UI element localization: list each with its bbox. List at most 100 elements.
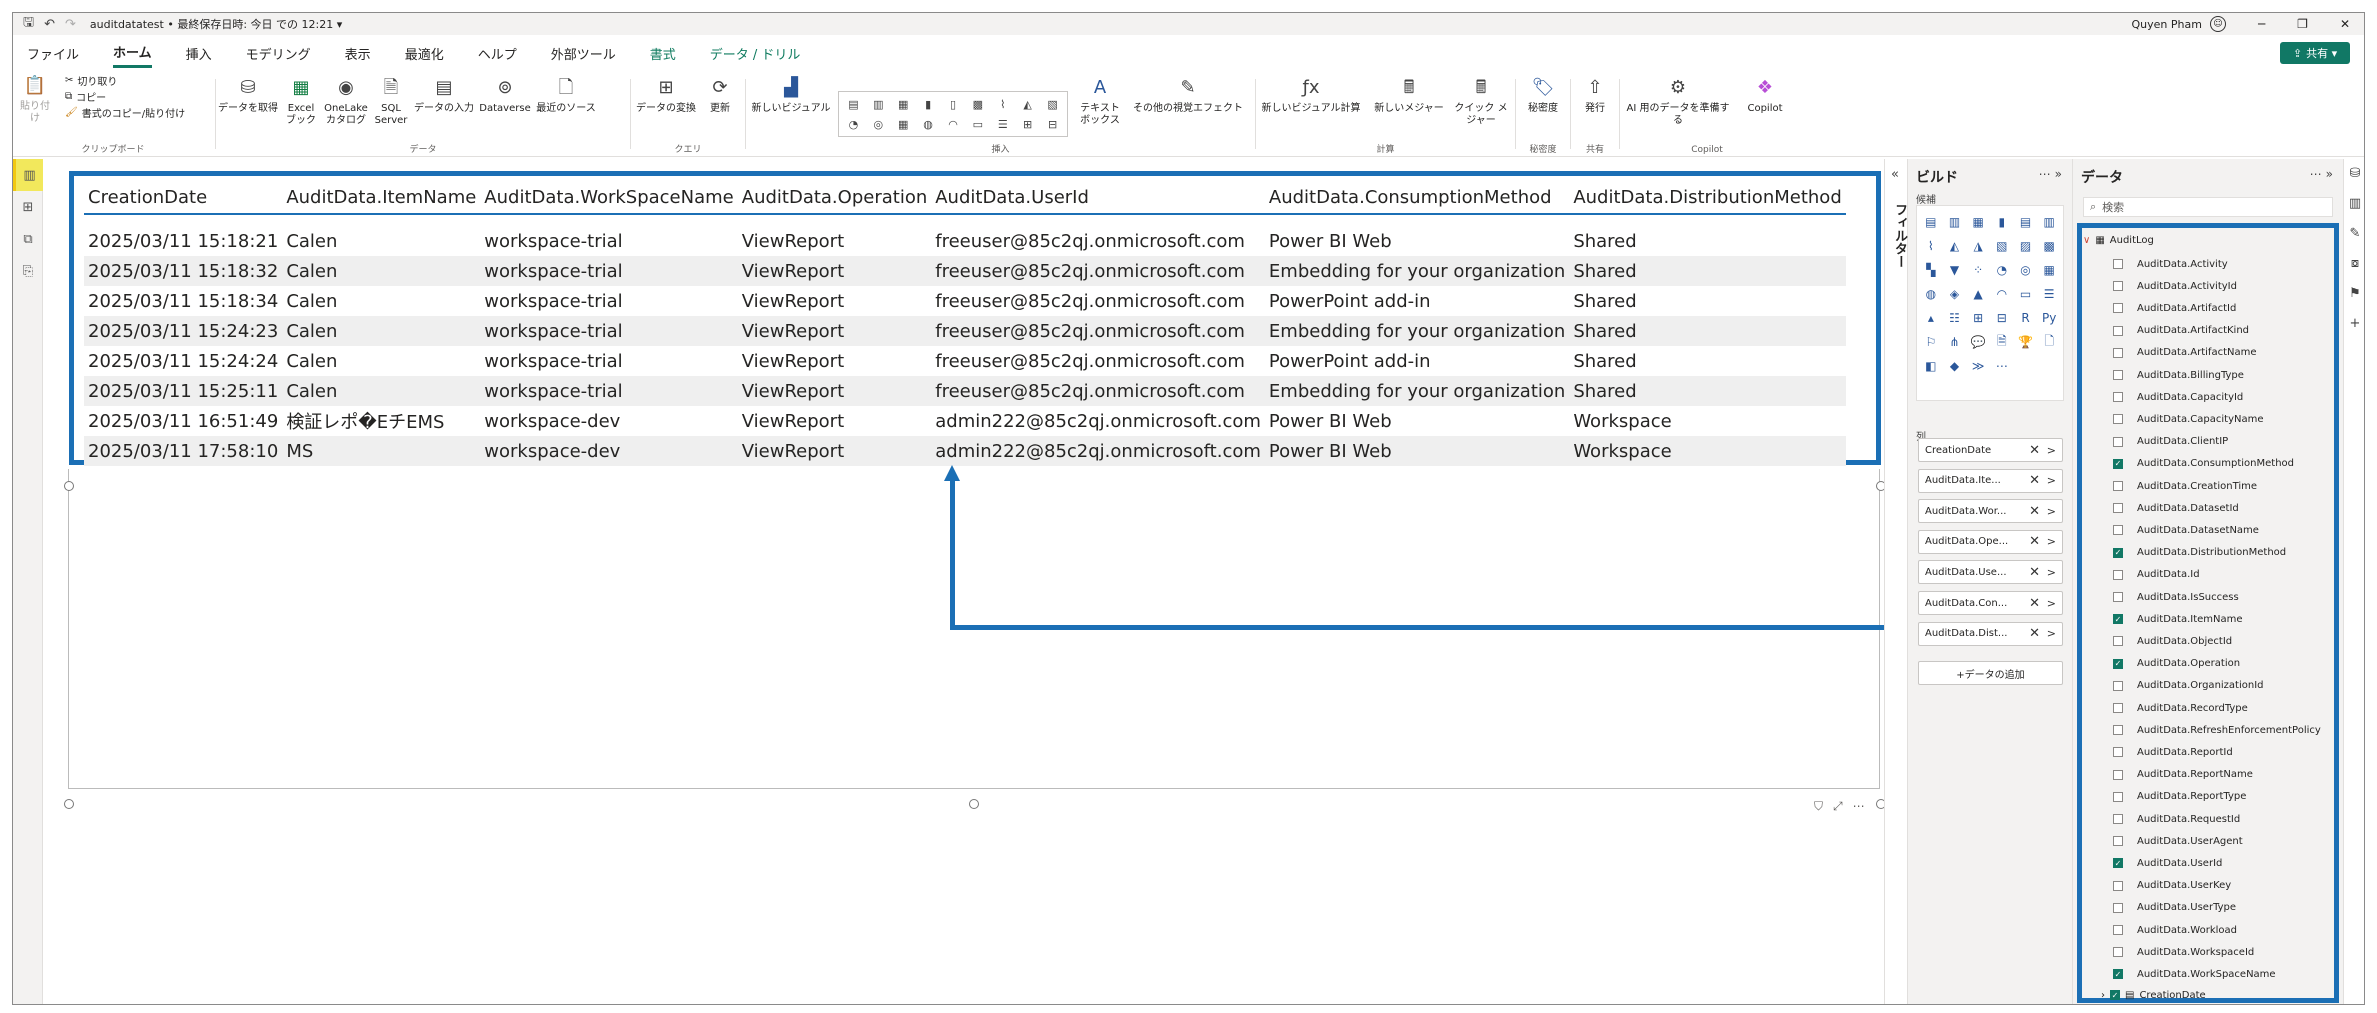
column-well-item[interactable]: AuditData.Con... ✕ > <box>1918 591 2063 615</box>
bar-100-icon[interactable]: ▦ <box>891 94 916 114</box>
table-row[interactable]: 2025/03/11 15:24:23 Calen workspace-trial V… <box>84 316 1846 346</box>
kpi-icon[interactable]: ▴ <box>1919 306 1943 330</box>
field-item[interactable]: AuditData.ClientIP <box>2113 435 2228 449</box>
field-item[interactable]: AuditData.ArtifactName <box>2113 346 2257 360</box>
field-checkbox[interactable] <box>2113 814 2123 824</box>
remove-field-icon[interactable]: ✕ <box>2029 626 2040 641</box>
table-row[interactable]: 2025/03/11 15:25:11 Calen workspace-trial V… <box>84 376 1846 406</box>
column-header[interactable]: AuditData.WorkSpaceName <box>480 182 738 215</box>
add-data-button[interactable]: +データの追加 <box>1918 661 2063 685</box>
slicer-icon[interactable]: ☰ <box>990 114 1015 134</box>
treemap-icon[interactable]: ▦ <box>2037 258 2061 282</box>
power-apps-icon[interactable]: ◆ <box>1943 354 1967 378</box>
field-item[interactable]: ✓ AuditData.ConsumptionMethod <box>2113 457 2294 471</box>
field-item[interactable]: AuditData.WorkspaceId <box>2113 945 2254 959</box>
line-icon[interactable]: ⌇ <box>990 94 1015 114</box>
column-well-item[interactable]: AuditData.Use... ✕ > <box>1918 560 2063 585</box>
field-item[interactable]: AuditData.OrganizationId <box>2113 679 2264 693</box>
table-node-auditlog[interactable]: ∨ ▦ AuditLog <box>2083 235 2154 246</box>
table-view-icon[interactable]: ⊞ <box>13 191 43 223</box>
sql-server-button[interactable]: 🗎 SQL Server <box>374 75 408 127</box>
field-checkbox[interactable]: ✓ <box>2113 614 2123 625</box>
field-checkbox[interactable] <box>2113 414 2123 425</box>
report-view-icon[interactable]: ▥ <box>13 159 43 191</box>
table-row[interactable]: 2025/03/11 15:18:34 Calen workspace-trial V… <box>84 286 1846 316</box>
field-checkbox[interactable]: ✓ <box>2110 990 2120 1001</box>
field-item[interactable]: ✓ AuditData.WorkSpaceName <box>2113 967 2276 981</box>
recent-sources-button[interactable]: 🗋 最近のソース <box>534 75 598 115</box>
field-item[interactable]: AuditData.UserType <box>2113 901 2236 915</box>
line-column-icon[interactable]: ▧ <box>1990 234 2014 258</box>
chevron-right-icon[interactable]: > <box>2047 444 2056 457</box>
more-visuals-icon[interactable]: ⋯ <box>1990 354 2014 378</box>
column-well-item[interactable]: AuditData.Wor... ✕ > <box>1918 499 2063 524</box>
new-measure-button[interactable]: 🖩 新しいメジャー <box>1368 75 1450 115</box>
publish-button[interactable]: ⇧ 発行 <box>1577 75 1613 115</box>
column-well-item[interactable]: CreationDate ✕ > <box>1918 438 2063 462</box>
quick-measure-button[interactable]: 🖩 クイック メジャー <box>1454 75 1508 127</box>
column-header[interactable]: AuditData.Operation <box>737 182 932 215</box>
dax-query-view-icon[interactable]: ⎘ <box>13 255 43 287</box>
clustered-column-icon[interactable]: ▯ <box>941 94 966 114</box>
new-visual-calc-button[interactable]: ƒx 新しいビジュアル計算 <box>1258 75 1364 115</box>
field-checkbox[interactable] <box>2113 325 2123 336</box>
chevron-right-icon[interactable]: > <box>2047 627 2056 640</box>
column-100-icon[interactable]: ▩ <box>965 94 990 114</box>
matrix-icon[interactable]: ⊟ <box>1990 306 2014 330</box>
ribbon-icon[interactable]: ▩ <box>2037 234 2061 258</box>
more-options-icon[interactable]: ⋯ <box>1853 799 1865 814</box>
ai-prep-button[interactable]: ⚙ AI 用のデータを準備する <box>1622 75 1734 127</box>
format-pane-icon[interactable]: ✎ <box>2344 219 2364 249</box>
field-checkbox[interactable]: ✓ <box>2113 458 2123 469</box>
field-checkbox[interactable]: ✓ <box>2113 547 2123 558</box>
field-item[interactable]: AuditData.RecordType <box>2113 701 2248 715</box>
column-well-item[interactable]: AuditData.Ite... ✕ > <box>1918 468 2063 493</box>
field-checkbox[interactable] <box>2113 392 2123 403</box>
field-item[interactable]: AuditData.Workload <box>2113 923 2237 937</box>
key-influencers-icon[interactable]: ⚐ <box>1919 330 1943 354</box>
field-checkbox[interactable] <box>2113 503 2123 514</box>
onelake-button[interactable]: ◉ OneLake カタログ <box>322 75 370 127</box>
report-canvas[interactable]: CreationDate AuditData.ItemName AuditDat… <box>43 159 2060 1004</box>
field-checkbox[interactable] <box>2113 259 2123 269</box>
chevron-right-icon[interactable]: > <box>2047 474 2056 487</box>
trophy-icon[interactable]: 🏆 <box>2014 330 2038 354</box>
field-checkbox[interactable] <box>2113 769 2123 780</box>
field-item[interactable]: AuditData.ArtifactKind <box>2113 324 2249 338</box>
map-icon[interactable]: ◍ <box>1919 282 1943 306</box>
column-100-icon[interactable]: ▥ <box>2037 210 2061 234</box>
sensitivity-button[interactable]: 🏷 秘密度 <box>1522 75 1564 115</box>
model-view-icon[interactable]: ⧉ <box>13 223 43 255</box>
tab-file[interactable]: ファイル <box>27 40 79 67</box>
remove-field-icon[interactable]: ✕ <box>2029 473 2040 488</box>
field-item[interactable]: AuditData.Activity <box>2113 257 2228 271</box>
field-item[interactable]: AuditData.RefreshEnforcementPolicy <box>2113 723 2321 737</box>
focus-mode-icon[interactable]: ⤢ <box>1833 799 1843 814</box>
field-checkbox[interactable] <box>2113 481 2123 491</box>
matrix-icon[interactable]: ⊟ <box>1040 114 1065 134</box>
cut-button[interactable]: ✂ 切り取り <box>65 73 117 88</box>
field-item[interactable]: ✓ AuditData.Operation <box>2113 657 2240 671</box>
document-title[interactable]: auditdatatest • 最終保存日時: 今日 での 12:21 ▾ <box>90 16 342 32</box>
tab-home[interactable]: ホーム <box>113 38 152 68</box>
field-checkbox[interactable] <box>2113 725 2123 736</box>
restore-button[interactable]: ❐ <box>2297 17 2308 31</box>
field-item[interactable]: AuditData.ReportId <box>2113 745 2233 759</box>
field-item[interactable]: AuditData.DatasetId <box>2113 501 2239 515</box>
waterfall-icon[interactable]: ▚ <box>1919 258 1943 282</box>
qa-icon[interactable]: 💬 <box>1966 330 1990 354</box>
remove-field-icon[interactable]: ✕ <box>2029 596 2040 611</box>
resize-handle[interactable] <box>64 481 74 491</box>
field-checkbox[interactable] <box>2113 592 2123 602</box>
paginated-icon[interactable]: 🗋 <box>2037 330 2061 354</box>
field-checkbox[interactable] <box>2113 836 2123 847</box>
new-visual-button[interactable]: ▟ 新しいビジュアル <box>748 75 834 115</box>
field-checkbox[interactable] <box>2113 347 2123 358</box>
redo-icon[interactable]: ↷ <box>65 17 76 32</box>
field-item[interactable]: AuditData.ObjectId <box>2113 634 2232 648</box>
filled-map-icon[interactable]: ◈ <box>1943 282 1967 306</box>
field-item[interactable]: ✓ AuditData.UserId <box>2113 856 2222 870</box>
excel-button[interactable]: ▦ Excel ブック <box>284 75 318 127</box>
field-checkbox[interactable] <box>2113 791 2123 802</box>
field-checkbox[interactable]: ✓ <box>2113 969 2123 980</box>
